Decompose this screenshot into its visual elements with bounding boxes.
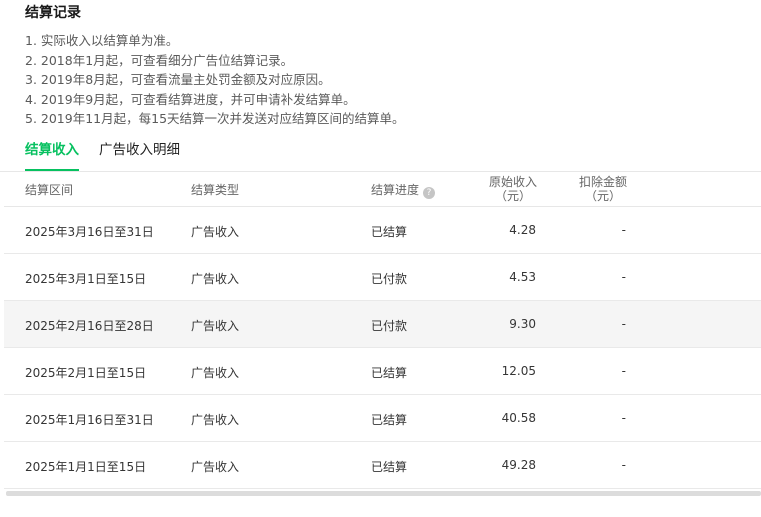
note-item: 2. 2018年1月起，可查看细分广告位结算记录。 (25, 52, 294, 68)
cell-deduction: - (621, 317, 626, 331)
table-row: 2025年3月1日至15日 广告收入 已付款 4.53 - (4, 254, 761, 301)
cell-period: 2025年2月16日至28日 (25, 319, 154, 333)
cell-period: 2025年3月16日至31日 (25, 225, 154, 239)
cell-income: 40.58 (501, 411, 536, 425)
tab-label: 结算收入 (25, 142, 79, 158)
cell-status: 已结算 (371, 366, 408, 380)
page-title: 结算记录 (25, 5, 81, 21)
cell-type: 广告收入 (191, 272, 240, 286)
active-tab-indicator (25, 169, 79, 171)
tab-label: 广告收入明细 (99, 142, 180, 158)
cell-income: 4.28 (509, 223, 536, 237)
tab-bar: 结算收入 广告收入明细 (0, 141, 761, 172)
table-header: 结算区间 结算类型 结算进度? 原始收入 （元） 扣除金额 （元） (4, 172, 761, 207)
table-row: 2025年1月16日至31日 广告收入 已结算 40.58 - (4, 395, 761, 442)
cell-deduction: - (621, 223, 626, 237)
cell-type: 广告收入 (191, 319, 240, 333)
header-income: 原始收入 （元） (478, 175, 548, 203)
note-item: 1. 实际收入以结算单为准。 (25, 33, 179, 48)
tab-settlement-income[interactable]: 结算收入 (25, 141, 79, 171)
cell-type: 广告收入 (191, 413, 240, 427)
settlement-table: 结算区间 结算类型 结算进度? 原始收入 （元） 扣除金额 （元） 2025年3… (4, 172, 761, 489)
header-progress: 结算进度? (371, 181, 436, 199)
header-progress-label: 结算进度 (371, 183, 420, 197)
horizontal-scrollbar[interactable] (6, 491, 761, 496)
header-deduction: 扣除金额 （元） (568, 175, 638, 203)
cell-status: 已付款 (371, 319, 408, 333)
cell-period: 2025年1月1日至15日 (25, 460, 147, 474)
cell-deduction: - (621, 364, 626, 378)
table-row: 2025年2月16日至28日 广告收入 已付款 9.30 - (4, 301, 761, 348)
table-row: 2025年1月1日至15日 广告收入 已结算 49.28 - (4, 442, 761, 489)
note-item: 5. 2019年11月起，每15天结算一次并发送对应结算区间的结算单。 (25, 111, 405, 127)
cell-type: 广告收入 (191, 225, 240, 239)
cell-status: 已结算 (371, 460, 408, 474)
cell-period: 2025年3月1日至15日 (25, 272, 147, 286)
table-row: 2025年2月1日至15日 广告收入 已结算 12.05 - (4, 348, 761, 395)
table-row: 2025年3月16日至31日 广告收入 已结算 4.28 - (4, 207, 761, 254)
header-deduction-unit: （元） (584, 189, 621, 203)
header-type: 结算类型 (191, 183, 240, 197)
help-icon[interactable]: ? (423, 187, 436, 199)
tab-ad-income-detail[interactable]: 广告收入明细 (99, 141, 180, 159)
settlement-page: 结算记录 1. 实际收入以结算单为准。 2. 2018年1月起，可查看细分广告位… (0, 0, 761, 517)
cell-status: 已付款 (371, 272, 408, 286)
header-period: 结算区间 (25, 183, 74, 197)
note-item: 3. 2019年8月起，可查看流量主处罚金额及对应原因。 (25, 72, 331, 88)
cell-income: 9.30 (509, 317, 536, 331)
cell-deduction: - (621, 458, 626, 472)
header-income-label: 原始收入 (488, 175, 537, 189)
cell-deduction: - (621, 270, 626, 284)
cell-status: 已结算 (371, 225, 408, 239)
cell-income: 12.05 (501, 364, 536, 378)
cell-type: 广告收入 (191, 460, 240, 474)
notes-list: 1. 实际收入以结算单为准。 2. 2018年1月起，可查看细分广告位结算记录。… (25, 31, 405, 129)
cell-type: 广告收入 (191, 366, 240, 380)
note-item: 4. 2019年9月起，可查看结算进度，并可申请补发结算单。 (25, 91, 356, 107)
cell-income: 49.28 (501, 458, 536, 472)
cell-status: 已结算 (371, 413, 408, 427)
header-deduction-label: 扣除金额 (578, 175, 627, 189)
cell-income: 4.53 (509, 270, 536, 284)
cell-period: 2025年1月16日至31日 (25, 413, 154, 427)
header-income-unit: （元） (494, 189, 531, 203)
cell-deduction: - (621, 411, 626, 425)
cell-period: 2025年2月1日至15日 (25, 366, 147, 380)
